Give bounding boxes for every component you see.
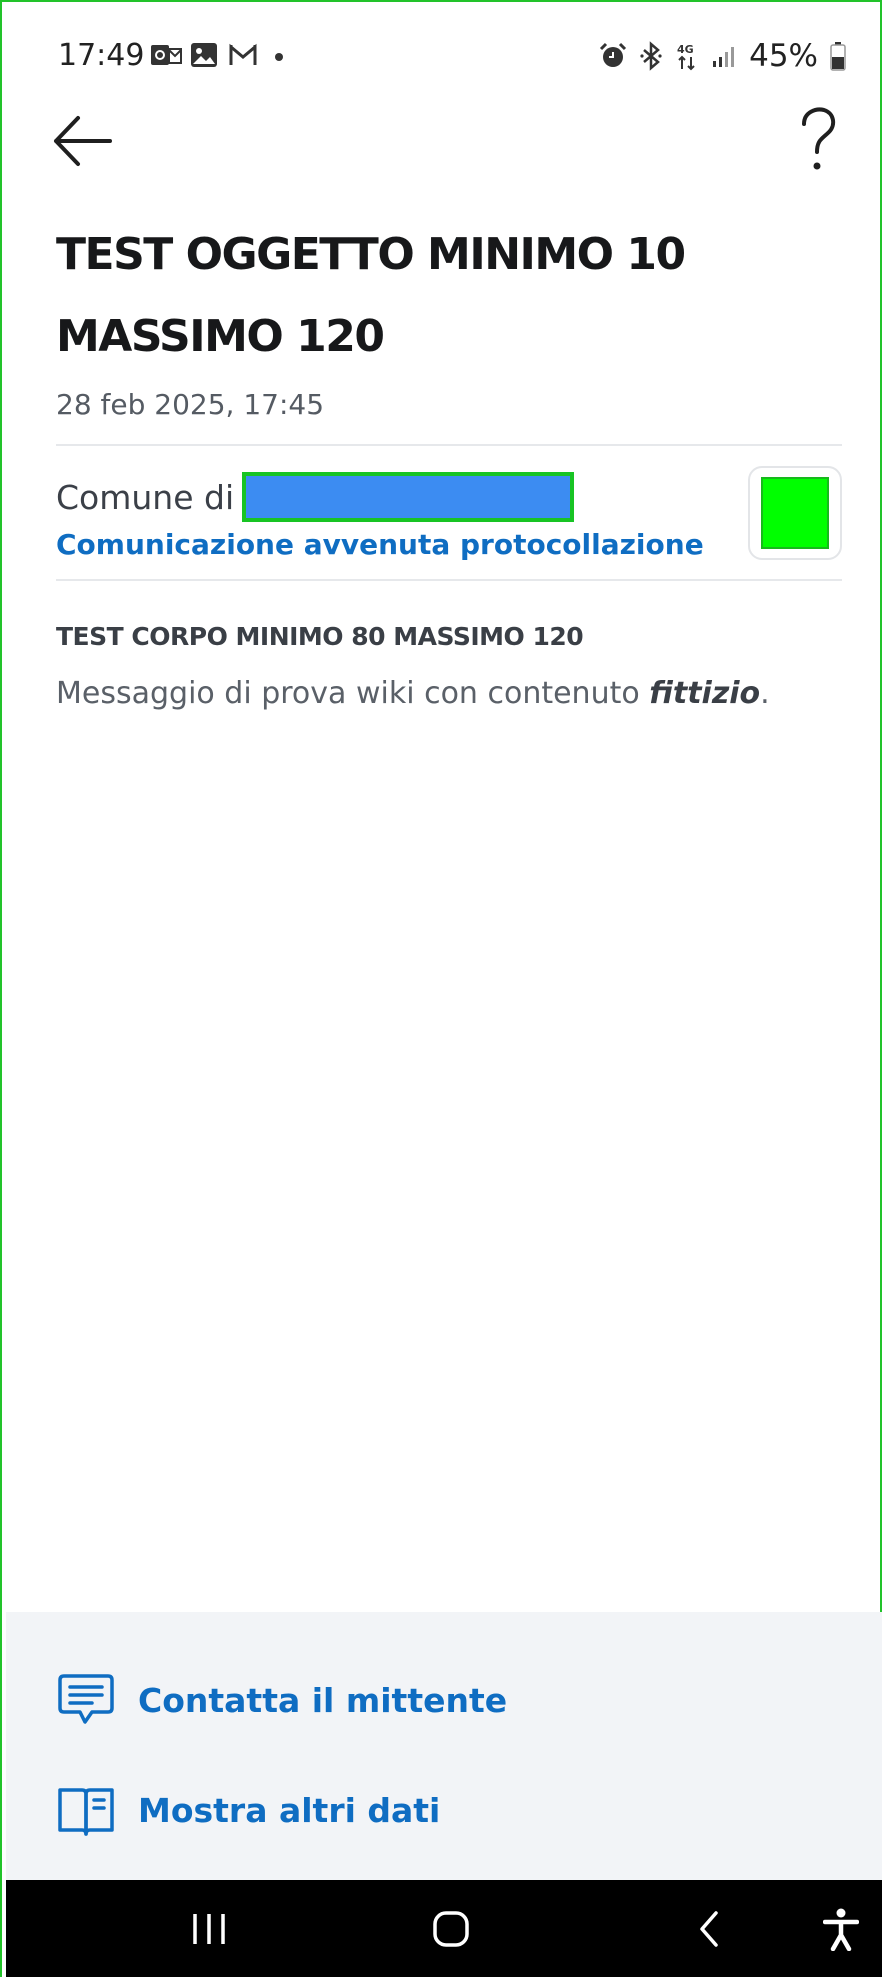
back-button[interactable]	[48, 106, 118, 176]
svg-text:4G: 4G	[677, 43, 694, 56]
sender-redacted-block	[242, 472, 575, 522]
arrow-left-icon	[54, 116, 112, 166]
signal-icon	[713, 47, 735, 67]
sender-category-link[interactable]: Comunicazione avvenuta protocollazione	[56, 528, 704, 561]
notification-dot-icon	[275, 53, 283, 61]
contact-sender-button[interactable]: Contatta il mittente	[56, 1670, 507, 1730]
body-text-prefix: Messaggio di prova wiki con contenuto	[56, 676, 650, 711]
home-button[interactable]	[406, 1880, 496, 1977]
message-title: TEST OGGETTO MINIMO 10 MASSIMO 120	[56, 229, 686, 362]
outlook-icon	[151, 45, 182, 65]
nav-back-button[interactable]	[664, 1880, 754, 1977]
actions-panel: Contatta il mittente Mostra altri dati	[6, 1612, 882, 1880]
status-right-group: 4G 45%	[599, 36, 846, 76]
system-nav-bar	[6, 1880, 882, 1977]
recents-icon	[193, 1913, 225, 1944]
question-mark-icon	[802, 107, 836, 170]
divider	[56, 444, 842, 446]
book-icon	[58, 1788, 114, 1836]
body-text-emphasis: fittizio	[649, 676, 761, 711]
sender-logo	[748, 466, 842, 560]
help-button[interactable]	[782, 100, 852, 180]
bluetooth-icon	[640, 41, 662, 71]
sender-prefix: Comune di	[56, 477, 235, 517]
show-more-data-button[interactable]: Mostra altri dati	[56, 1780, 440, 1840]
sender-name: Comune di	[56, 472, 575, 522]
accessibility-button[interactable]	[806, 1880, 876, 1977]
message-date: 28 feb 2025, 17:45	[56, 388, 325, 421]
body-title: TEST CORPO MINIMO 80 MASSIMO 120	[56, 622, 584, 651]
back-icon	[700, 1910, 718, 1947]
gmail-icon	[229, 43, 257, 65]
status-time: 17:49	[58, 38, 145, 73]
show-more-data-label: Mostra altri dati	[138, 1790, 441, 1830]
accessibility-icon	[823, 1908, 859, 1951]
battery-icon	[830, 42, 846, 71]
contact-sender-label: Contatta il mittente	[138, 1680, 508, 1720]
sender-logo-placeholder	[761, 477, 829, 549]
status-bar: 17:49 4G 45%	[0, 0, 882, 110]
recents-button[interactable]	[164, 1880, 254, 1977]
4g-icon: 4G	[677, 43, 695, 71]
body-text-suffix: .	[760, 676, 770, 711]
gallery-icon	[191, 43, 217, 67]
alarm-icon	[600, 42, 627, 67]
chat-icon	[58, 1674, 114, 1724]
body-text: Messaggio di prova wiki con contenuto fi…	[56, 676, 770, 711]
home-icon	[433, 1910, 469, 1947]
divider	[56, 579, 842, 581]
battery-percentage: 45%	[749, 38, 818, 74]
